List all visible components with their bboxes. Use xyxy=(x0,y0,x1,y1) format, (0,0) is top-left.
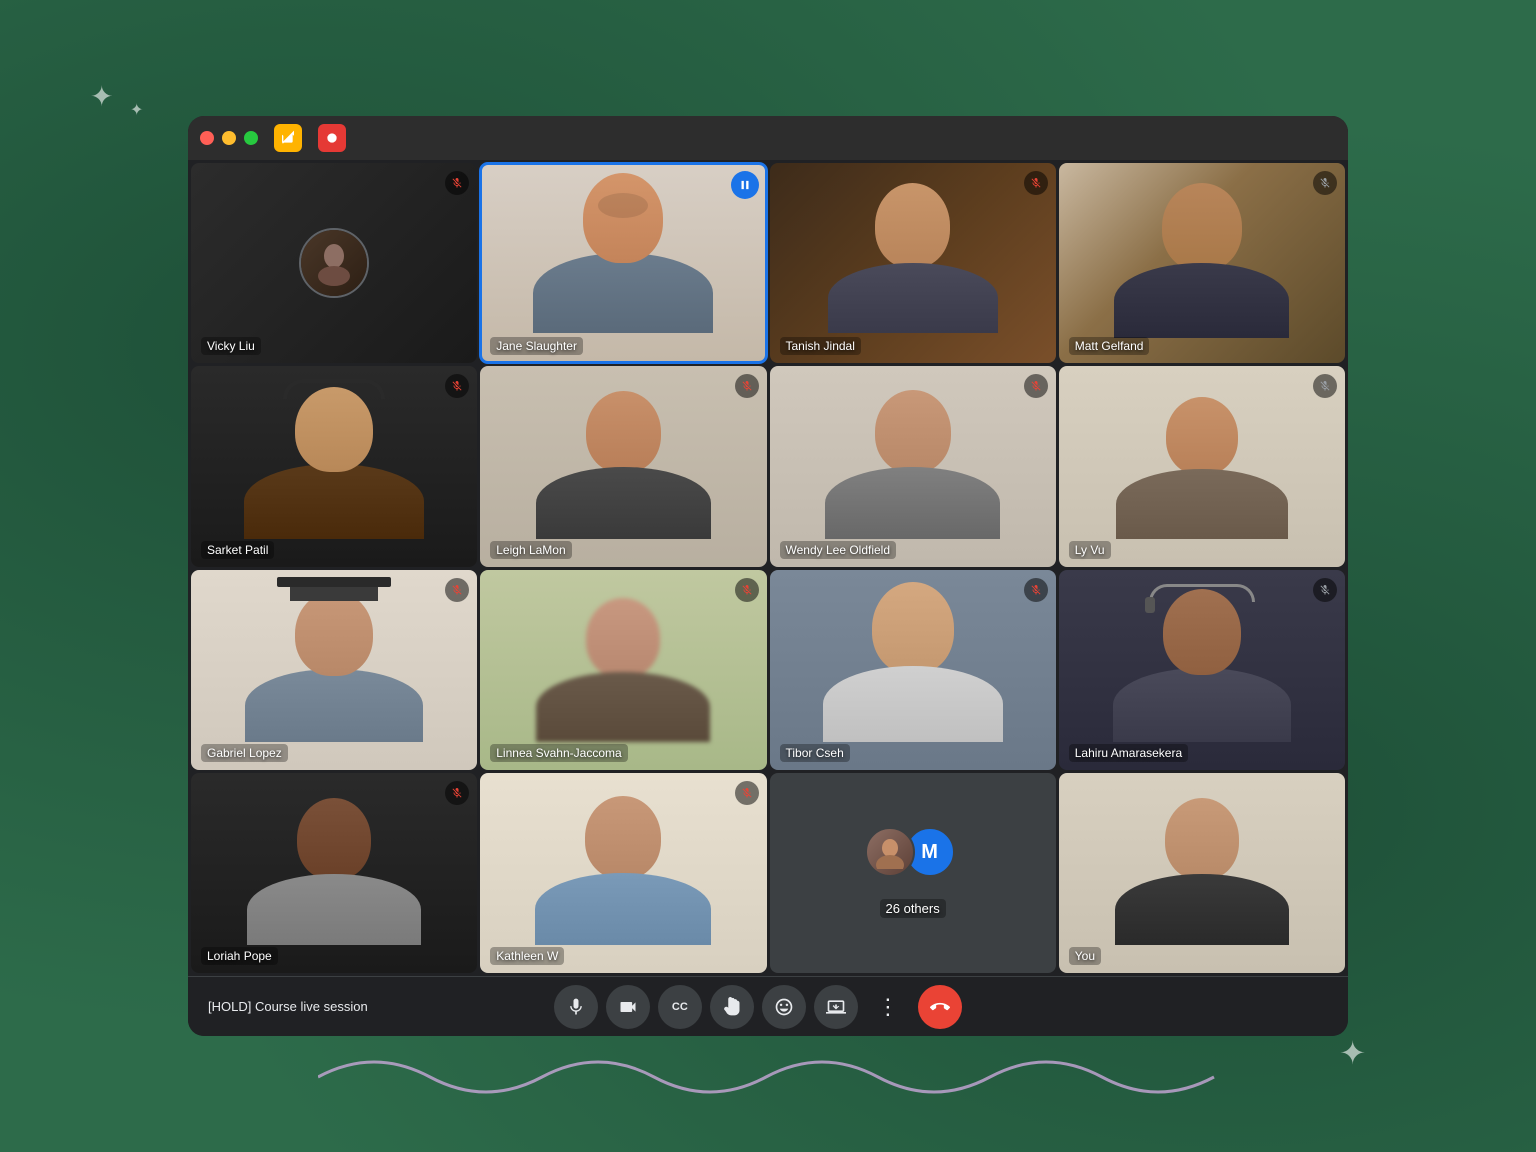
close-button[interactable] xyxy=(200,131,214,145)
maximize-button[interactable] xyxy=(244,131,258,145)
pause-indicator-jane xyxy=(731,171,759,199)
mute-indicator-leigh xyxy=(735,374,759,398)
participant-cell-wendy[interactable]: Wendy Lee Oldfield xyxy=(770,366,1056,566)
sparkle-decoration-3: ✦ xyxy=(1339,1034,1366,1072)
camera-button[interactable] xyxy=(606,985,650,1029)
meeting-title: [HOLD] Course live session xyxy=(208,999,368,1014)
video-grid: Vicky Liu Jane Slaughter xyxy=(188,160,1348,976)
screen-share-off-icon[interactable] xyxy=(274,124,302,152)
participant-cell-kathleen[interactable]: Kathleen W xyxy=(480,773,766,973)
others-count-label: 26 others xyxy=(880,899,946,918)
mute-indicator-kathleen xyxy=(735,781,759,805)
end-call-button[interactable] xyxy=(918,985,962,1029)
controls-center: CC ⋮ xyxy=(554,985,962,1029)
wave-decoration xyxy=(318,1037,1218,1122)
top-bar xyxy=(188,116,1348,160)
sparkle-decoration-1: ✦ xyxy=(90,80,113,113)
participant-name-vicky: Vicky Liu xyxy=(201,337,261,355)
minimize-button[interactable] xyxy=(222,131,236,145)
participant-name-leigh: Leigh LaMon xyxy=(490,541,571,559)
record-icon[interactable] xyxy=(318,124,346,152)
participant-cell-ly-vu[interactable]: Ly Vu xyxy=(1059,366,1345,566)
mute-indicator-lahiru xyxy=(1313,578,1337,602)
participant-cell-lahiru[interactable]: Lahiru Amarasekera xyxy=(1059,570,1345,770)
participant-name-tibor: Tibor Cseh xyxy=(780,744,850,762)
participant-cell-matt-gelfand[interactable]: Matt Gelfand xyxy=(1059,163,1345,363)
mute-indicator-vicky xyxy=(445,171,469,195)
participant-name-matt: Matt Gelfand xyxy=(1069,337,1150,355)
participant-cell-linnea[interactable]: Linnea Svahn-Jaccoma xyxy=(480,570,766,770)
emoji-button[interactable] xyxy=(762,985,806,1029)
participant-cell-26-others[interactable]: M 26 others xyxy=(770,773,1056,973)
participant-name-gabriel: Gabriel Lopez xyxy=(201,744,288,762)
more-options-button[interactable]: ⋮ xyxy=(866,985,910,1029)
participant-cell-tanish-jindal[interactable]: Tanish Jindal xyxy=(770,163,1056,363)
participant-cell-loriah[interactable]: Loriah Pope xyxy=(191,773,477,973)
participant-cell-leigh-lamon[interactable]: Leigh LaMon xyxy=(480,366,766,566)
captions-button[interactable]: CC xyxy=(658,985,702,1029)
sparkle-decoration-2: ✦ xyxy=(130,100,143,120)
participant-name-ly: Ly Vu xyxy=(1069,541,1111,559)
participant-name-linnea: Linnea Svahn-Jaccoma xyxy=(490,744,627,762)
mute-indicator-tanish xyxy=(1024,171,1048,195)
participant-name-tanish: Tanish Jindal xyxy=(780,337,861,355)
participant-cell-gabriel-lopez[interactable]: Gabriel Lopez xyxy=(191,570,477,770)
participant-name-kathleen: Kathleen W xyxy=(490,947,564,965)
mute-indicator-tibor xyxy=(1024,578,1048,602)
participant-name-you: You xyxy=(1069,947,1101,965)
raise-hand-button[interactable] xyxy=(710,985,754,1029)
participant-cell-sarket-patil[interactable]: Sarket Patil xyxy=(191,366,477,566)
participant-cell-you[interactable]: You xyxy=(1059,773,1345,973)
mute-indicator-gabriel xyxy=(445,578,469,602)
participant-name-lahiru: Lahiru Amarasekera xyxy=(1069,744,1188,762)
participant-name-sarket: Sarket Patil xyxy=(201,541,274,559)
microphone-button[interactable] xyxy=(554,985,598,1029)
participant-cell-tibor[interactable]: Tibor Cseh xyxy=(770,570,1056,770)
mute-indicator-linnea xyxy=(735,578,759,602)
mute-indicator-wendy xyxy=(1024,374,1048,398)
mute-indicator-matt xyxy=(1313,171,1337,195)
participant-cell-vicky-liu[interactable]: Vicky Liu xyxy=(191,163,477,363)
participant-name-wendy: Wendy Lee Oldfield xyxy=(780,541,897,559)
participant-cell-jane-slaughter[interactable]: Jane Slaughter xyxy=(480,163,766,363)
meet-window: Vicky Liu Jane Slaughter xyxy=(188,116,1348,1036)
mute-indicator-loriah xyxy=(445,781,469,805)
bottom-bar: [HOLD] Course live session CC xyxy=(188,976,1348,1036)
present-button[interactable] xyxy=(814,985,858,1029)
participant-name-loriah: Loriah Pope xyxy=(201,947,278,965)
participant-name-jane: Jane Slaughter xyxy=(490,337,583,355)
